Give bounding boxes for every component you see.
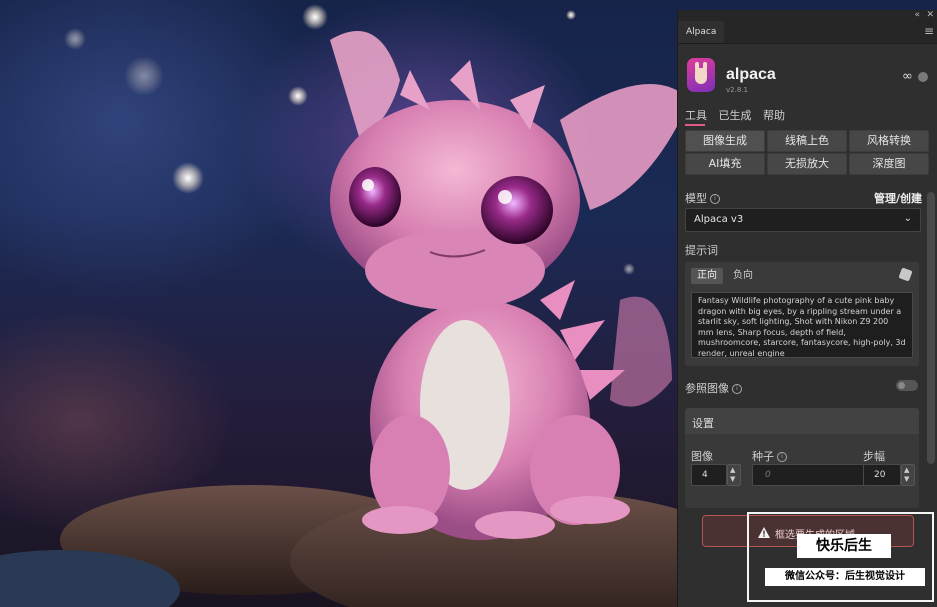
nav-tab-help[interactable]: 帮助 <box>763 109 785 122</box>
prompt-textarea[interactable]: Fantasy Wildlife photography of a cute p… <box>691 292 913 358</box>
info-icon[interactable]: i <box>777 452 787 462</box>
seed-placeholder: 0 <box>765 470 771 480</box>
settings-section: 设置 图像 种子 i 步幅 4 ▲ ▼ 0 20 ▲ ▼ <box>685 408 919 508</box>
reference-toggle[interactable] <box>896 380 918 391</box>
sparkle <box>623 263 635 275</box>
reference-label-wrap: 参照图像 i <box>685 380 742 396</box>
sparkle <box>288 86 308 106</box>
brand-name: alpaca <box>726 66 776 83</box>
settings-header[interactable]: 设置 <box>685 408 919 434</box>
nav-tab-generated[interactable]: 已生成 <box>719 109 752 122</box>
watermark-title: 快乐后生 <box>797 534 891 558</box>
watermark-subtitle: 微信公众号：后生视觉设计 <box>765 568 925 586</box>
reference-label: 参照图像 <box>685 382 729 395</box>
model-select-value: Alpaca v3 <box>694 214 744 225</box>
image-count-label: 图像 <box>691 450 713 463</box>
image-count-stepper[interactable]: ▲ ▼ <box>727 464 741 486</box>
sparkle <box>566 10 576 20</box>
panel-tabbar: Alpaca ≡ <box>678 21 937 44</box>
tab-positive[interactable]: 正向 <box>691 268 723 284</box>
tool-upscale-button[interactable]: 无损放大 <box>767 153 847 175</box>
tool-lineart-color-button[interactable]: 线稿上色 <box>767 130 847 152</box>
version-label: v2.8.1 <box>726 86 748 94</box>
panel-scrollbar[interactable] <box>927 192 935 464</box>
image-count-value: 4 <box>702 470 708 480</box>
nav-tab-tools[interactable]: 工具 <box>685 109 707 122</box>
info-icon[interactable]: i <box>710 194 720 204</box>
info-icon[interactable]: i <box>732 384 742 394</box>
settings-title: 设置 <box>692 417 714 430</box>
steps-stepper[interactable]: ▲ ▼ <box>901 464 915 486</box>
alpaca-logo <box>687 58 715 92</box>
steps-input[interactable]: 20 <box>863 464 901 486</box>
manage-create-link[interactable]: 管理/创建 <box>874 190 922 206</box>
prompt-label: 提示词 <box>685 244 718 257</box>
tool-depth-map-button[interactable]: 深度图 <box>849 153 929 175</box>
tool-ai-fill-button[interactable]: AI填充 <box>685 153 765 175</box>
panel-topstrip: « ✕ <box>678 10 937 21</box>
steps-label: 步幅 <box>863 450 885 463</box>
nav-tabs: 工具 已生成 帮助 <box>685 107 793 123</box>
model-label: 模型 <box>685 192 707 205</box>
prompt-section: 正向 负向 Fantasy Wildlife photography of a … <box>685 262 919 366</box>
chevron-down-icon: ⌄ <box>903 213 912 224</box>
sparkle <box>172 162 204 194</box>
tab-negative[interactable]: 负向 <box>733 268 753 284</box>
hamburger-icon[interactable]: ≡ <box>924 24 934 38</box>
sparkle <box>124 56 164 96</box>
steps-value: 20 <box>874 470 886 480</box>
nav-active-indicator <box>685 124 705 126</box>
image-count-input[interactable]: 4 <box>691 464 727 486</box>
sparkle <box>64 28 86 50</box>
tool-style-transfer-button[interactable]: 风格转换 <box>849 130 929 152</box>
close-icon[interactable]: ✕ <box>926 10 934 21</box>
sparkle <box>302 4 328 30</box>
seed-label: 种子 <box>752 450 774 463</box>
tab-alpaca[interactable]: Alpaca <box>678 21 725 43</box>
model-select[interactable]: Alpaca v3 ⌄ <box>685 208 921 232</box>
seed-label-wrap: 种子 i <box>752 448 787 464</box>
dice-icon[interactable] <box>898 267 913 282</box>
avatar[interactable] <box>918 72 928 82</box>
collapse-icon[interactable]: « <box>914 10 920 21</box>
tool-image-generate-button[interactable]: 图像生成 <box>685 130 765 152</box>
link-icon[interactable]: ∞ <box>902 69 913 84</box>
model-label-wrap: 模型 i <box>685 190 720 206</box>
